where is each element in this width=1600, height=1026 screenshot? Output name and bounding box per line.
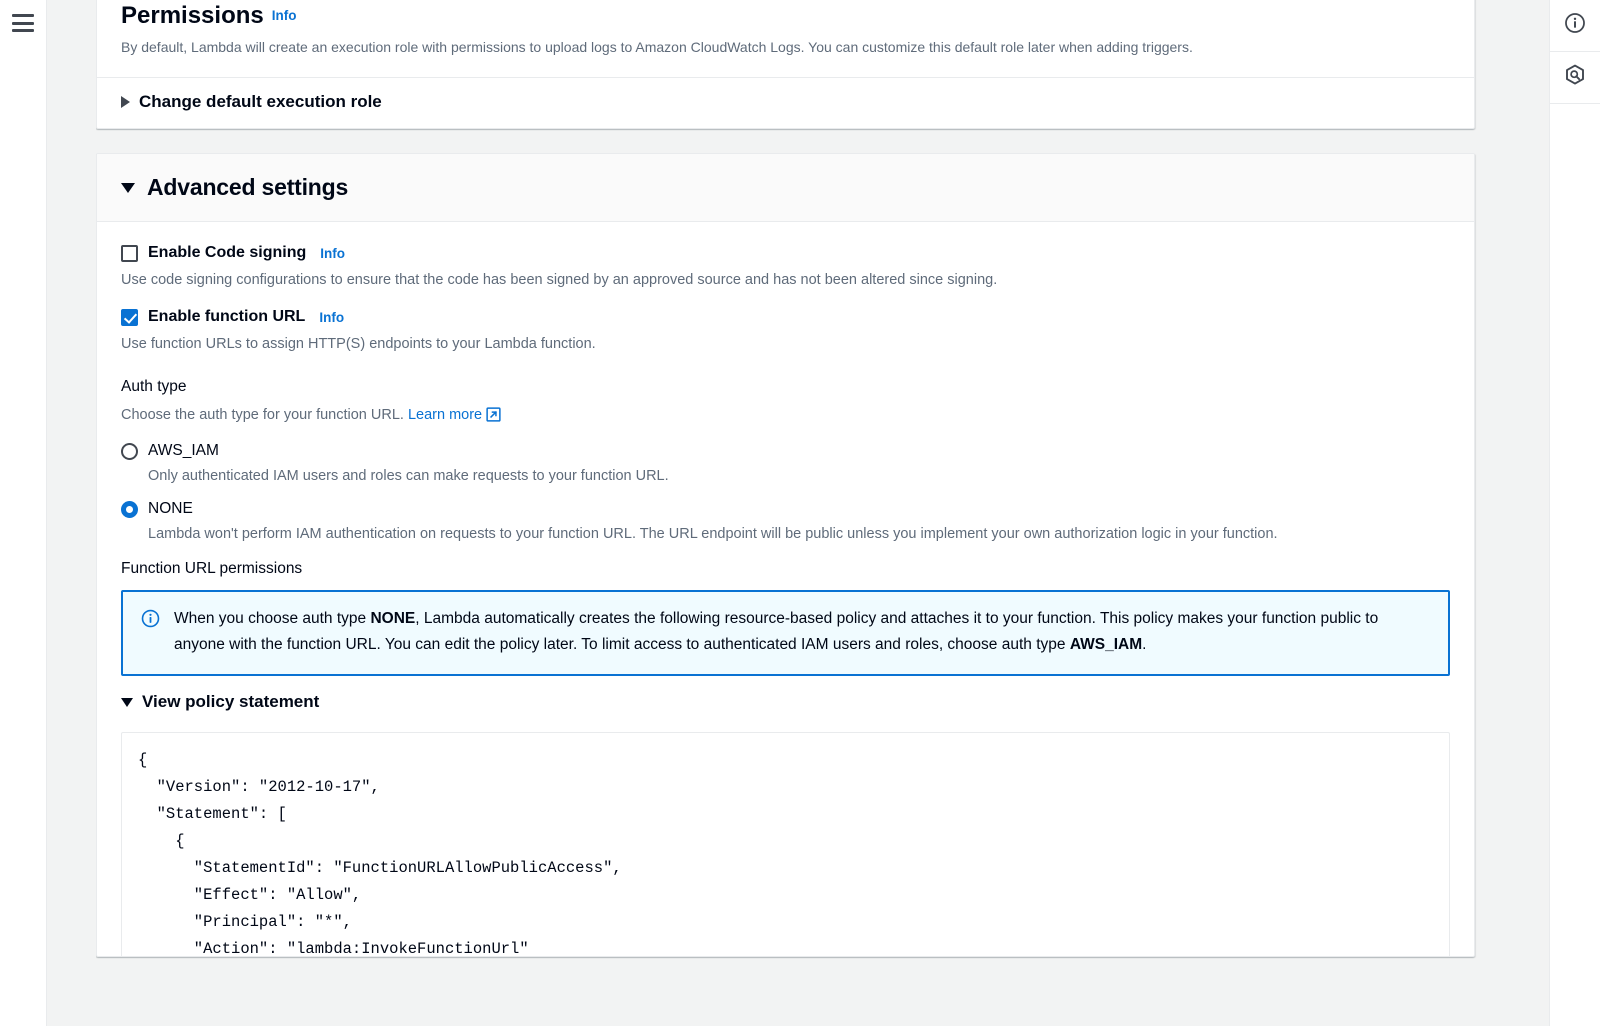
enable-function-url-row[interactable]: Enable function URL Info bbox=[121, 308, 1450, 326]
auth-type-option-aws-iam[interactable]: AWS_IAM bbox=[121, 442, 1450, 460]
alert-part-3: . bbox=[1142, 636, 1147, 653]
auth-type-sub-text: Choose the auth type for your function U… bbox=[121, 405, 1450, 428]
change-default-execution-role-toggle[interactable]: Change default execution role bbox=[97, 78, 1474, 128]
enable-code-signing-description: Use code signing configurations to ensur… bbox=[121, 272, 998, 288]
auth-type-label: Auth type bbox=[121, 378, 187, 395]
permissions-description: By default, Lambda will create an execut… bbox=[121, 39, 1193, 55]
hamburger-menu-icon[interactable] bbox=[12, 14, 34, 32]
aws-iam-label: AWS_IAM bbox=[148, 442, 219, 459]
change-default-execution-role-label: Change default execution role bbox=[139, 92, 382, 111]
page-title: Permissions bbox=[121, 2, 264, 29]
function-url-permissions-group: Function URL permissions When you choose… bbox=[121, 558, 1450, 956]
left-navigation-rail bbox=[0, 0, 47, 1026]
permissions-card: Permissions Info By default, Lambda will … bbox=[96, 0, 1475, 129]
aws-iam-radio[interactable] bbox=[121, 442, 138, 460]
none-label: NONE bbox=[148, 500, 193, 517]
permissions-info-link[interactable]: Info bbox=[272, 8, 297, 23]
advanced-settings-title: Advanced settings bbox=[147, 174, 349, 200]
lambda-create-function-page: Permissions Info By default, Lambda will … bbox=[0, 0, 1600, 1026]
aws-iam-description: Only authenticated IAM users and roles c… bbox=[148, 468, 669, 484]
chevron-down-icon bbox=[121, 182, 135, 193]
alert-bold-aws-iam: AWS_IAM bbox=[1069, 636, 1143, 653]
function-url-permissions-label: Function URL permissions bbox=[121, 560, 303, 577]
alert-bold-none: NONE bbox=[370, 610, 416, 627]
chevron-right-icon bbox=[121, 96, 130, 108]
enable-code-signing-row[interactable]: Enable Code signing Info bbox=[121, 244, 1450, 262]
left-gutter bbox=[47, 0, 96, 1026]
advanced-settings-toggle[interactable]: Advanced settings bbox=[97, 154, 1474, 222]
alert-part-1: When you choose auth type bbox=[174, 610, 371, 627]
chevron-down-icon bbox=[121, 697, 133, 707]
enable-code-signing-checkbox[interactable] bbox=[121, 244, 138, 262]
policy-statement-code-block: { "Version": "2012-10-17", "Statement": … bbox=[121, 732, 1450, 956]
permissions-header: Permissions Info By default, Lambda will … bbox=[97, 0, 1474, 77]
none-description: Lambda won't perform IAM authentication … bbox=[148, 526, 1278, 542]
none-radio[interactable] bbox=[121, 500, 138, 518]
info-panel-button[interactable] bbox=[1549, 0, 1600, 52]
view-policy-statement-label: View policy statement bbox=[142, 692, 320, 711]
main-content: Permissions Info By default, Lambda will … bbox=[96, 0, 1496, 1026]
enable-code-signing-label: Enable Code signing bbox=[148, 244, 307, 261]
assistant-panel-button[interactable] bbox=[1549, 52, 1600, 104]
view-policy-statement-toggle[interactable]: View policy statement bbox=[121, 676, 1450, 720]
advanced-settings-body: Enable Code signing Info Use code signin… bbox=[97, 222, 1474, 956]
enable-function-url-checkbox[interactable] bbox=[121, 308, 138, 326]
right-utility-rail bbox=[1549, 0, 1600, 1026]
enable-function-url-description: Use function URLs to assign HTTP(S) endp… bbox=[121, 336, 596, 352]
alert-message: When you choose auth type NONE, Lambda a… bbox=[174, 606, 1430, 658]
function-url-info-link[interactable]: Info bbox=[319, 310, 344, 325]
code-signing-info-link[interactable]: Info bbox=[320, 246, 345, 261]
auth-type-sub-prefix: Choose the auth type for your function U… bbox=[121, 407, 404, 423]
auth-type-learn-more-link[interactable]: Learn more bbox=[408, 407, 482, 423]
info-circle-icon bbox=[141, 609, 160, 633]
auth-type-group: Auth type Choose the auth type for your … bbox=[121, 376, 1450, 544]
right-gutter bbox=[1496, 0, 1549, 1026]
auth-type-option-none[interactable]: NONE bbox=[121, 500, 1450, 518]
info-circle-icon bbox=[1564, 12, 1586, 39]
advanced-settings-card: Advanced settings Enable Code signing In… bbox=[96, 153, 1475, 957]
external-link-icon bbox=[486, 407, 501, 428]
enable-function-url-label: Enable function URL bbox=[148, 308, 306, 325]
aws-q-hexagon-icon bbox=[1564, 64, 1586, 91]
auth-type-none-info-alert: When you choose auth type NONE, Lambda a… bbox=[121, 590, 1450, 676]
